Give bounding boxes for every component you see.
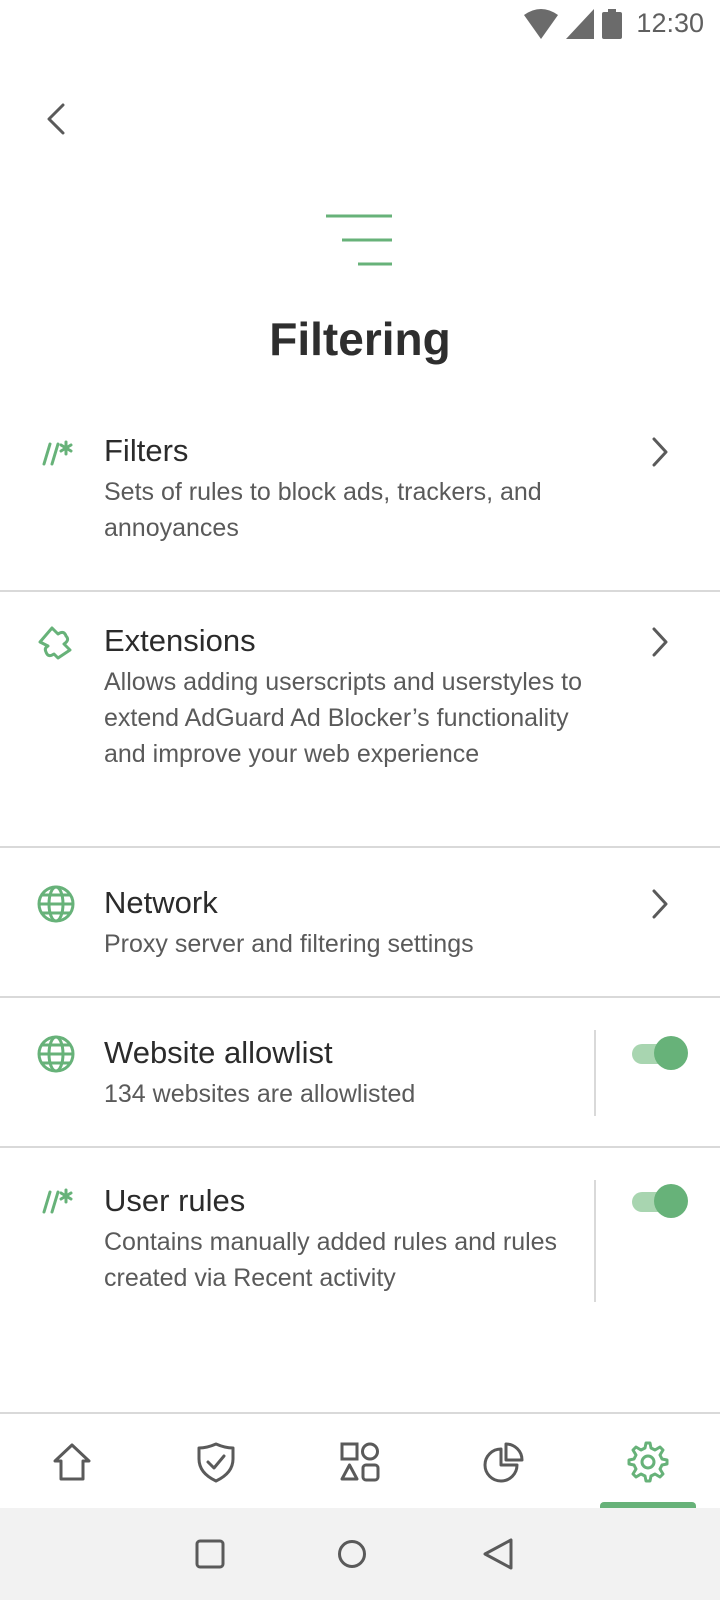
- settings-item-text: Network Proxy server and filtering setti…: [104, 884, 614, 962]
- square-icon: [195, 1539, 225, 1569]
- toggle-thumb: [654, 1036, 688, 1070]
- toggle-thumb: [654, 1184, 688, 1218]
- settings-item-text: Extensions Allows adding userscripts and…: [104, 622, 614, 772]
- vertical-divider: [594, 1180, 596, 1302]
- back-button[interactable]: [36, 96, 76, 142]
- settings-item-text: Website allowlist 134 websites are allow…: [104, 1034, 614, 1112]
- settings-item-description: 134 websites are allowlisted: [104, 1080, 416, 1108]
- settings-item-website-allowlist[interactable]: Website allowlist 134 websites are allow…: [0, 998, 720, 1148]
- user-rules-toggle[interactable]: [632, 1182, 688, 1222]
- settings-item-filters[interactable]: Filters Sets of rules to block ads, trac…: [0, 418, 720, 592]
- globe-icon: [36, 1034, 76, 1074]
- status-bar: 12:30: [0, 0, 720, 48]
- status-icons: 12:30: [524, 8, 704, 39]
- apps-icon: [340, 1442, 380, 1482]
- settings-item-extensions[interactable]: Extensions Allows adding userscripts and…: [0, 592, 720, 848]
- page-title: Filtering: [269, 313, 451, 365]
- filter-rules-icon: [36, 434, 76, 474]
- nav-apps[interactable]: [288, 1414, 432, 1510]
- nav-protection[interactable]: [144, 1414, 288, 1510]
- recents-button[interactable]: [188, 1532, 232, 1576]
- filter-rules-icon: [36, 1182, 76, 1222]
- wifi-icon: [524, 8, 559, 39]
- settings-item-description: Contains manually added rules and rules …: [104, 1228, 558, 1292]
- bottom-nav: [0, 1412, 720, 1510]
- settings-item-title: Website allowlist: [104, 1035, 333, 1070]
- status-time: 12:30: [636, 8, 704, 38]
- website-allowlist-toggle[interactable]: [632, 1034, 688, 1074]
- system-back-button[interactable]: [476, 1532, 520, 1576]
- settings-item-text: Filters Sets of rules to block ads, trac…: [104, 432, 614, 546]
- shield-icon: [197, 1442, 235, 1483]
- filter-lines-icon: [326, 214, 396, 273]
- nav-statistics[interactable]: [432, 1414, 576, 1510]
- settings-item-title: Extensions: [104, 623, 256, 658]
- statistics-icon: [483, 1442, 524, 1483]
- nav-home[interactable]: [0, 1414, 144, 1510]
- vertical-divider: [594, 1030, 596, 1116]
- settings-item-title: User rules: [104, 1183, 246, 1218]
- puzzle-icon: [36, 622, 76, 662]
- back-arrow-icon: [47, 103, 65, 135]
- chevron-right-icon: [648, 432, 672, 472]
- globe-icon: [36, 884, 76, 924]
- settings-item-description: Proxy server and filtering settings: [104, 930, 474, 958]
- circle-icon: [338, 1540, 366, 1568]
- battery-icon: [602, 8, 623, 39]
- home-icon: [53, 1443, 91, 1481]
- settings-item-text: User rules Contains manually added rules…: [104, 1182, 614, 1296]
- settings-item-title: Network: [104, 885, 218, 920]
- triangle-back-icon: [483, 1538, 513, 1570]
- signal-icon: [566, 8, 595, 39]
- chevron-right-icon: [648, 622, 672, 662]
- settings-item-description: Sets of rules to block ads, trackers, an…: [104, 478, 542, 542]
- system-nav-bar: [0, 1508, 720, 1600]
- settings-list: Filters Sets of rules to block ads, trac…: [0, 418, 720, 1318]
- chevron-right-icon: [648, 884, 672, 924]
- home-button[interactable]: [330, 1532, 374, 1576]
- settings-item-network[interactable]: Network Proxy server and filtering setti…: [0, 848, 720, 998]
- nav-settings[interactable]: [576, 1414, 720, 1510]
- settings-icon: [627, 1441, 669, 1483]
- settings-item-title: Filters: [104, 433, 189, 468]
- settings-item-user-rules[interactable]: User rules Contains manually added rules…: [0, 1148, 720, 1318]
- settings-item-description: Allows adding userscripts and userstyles…: [104, 668, 583, 768]
